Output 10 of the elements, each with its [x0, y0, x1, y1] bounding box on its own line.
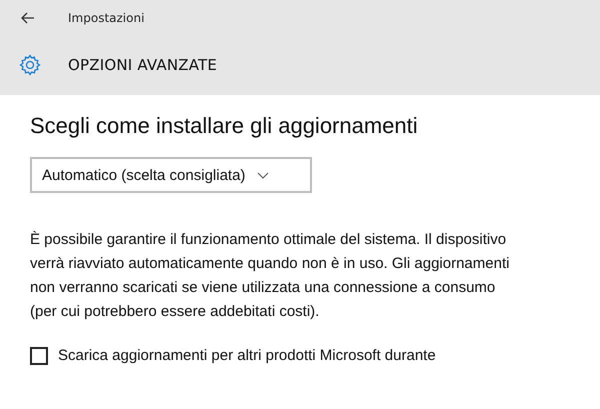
section-heading: Scegli come installare gli aggiornamenti	[30, 113, 418, 139]
page-title: OPZIONI AVANZATE	[68, 56, 218, 74]
checkbox-label: Scarica aggiornamenti per altri prodotti Microsoft durante	[58, 346, 436, 366]
update-mode-dropdown[interactable]: Automatico (scelta consigliata)	[30, 157, 312, 193]
description-text: È possibile garantire il funzionamento ottimale del sistema. Il dispositivo verrà riavviato automaticamente quando non è in uso. Gli aggiornamenti non verranno scaricati se viene utilizzata una connessione a consumo (per cui potrebbero essere addebitati costi).	[30, 230, 510, 322]
back-arrow-icon	[21, 12, 35, 24]
window-title: Impostazioni	[68, 10, 144, 24]
chevron-down-icon	[257, 172, 270, 178]
checkbox[interactable]	[30, 347, 48, 365]
gear-icon	[18, 53, 42, 77]
